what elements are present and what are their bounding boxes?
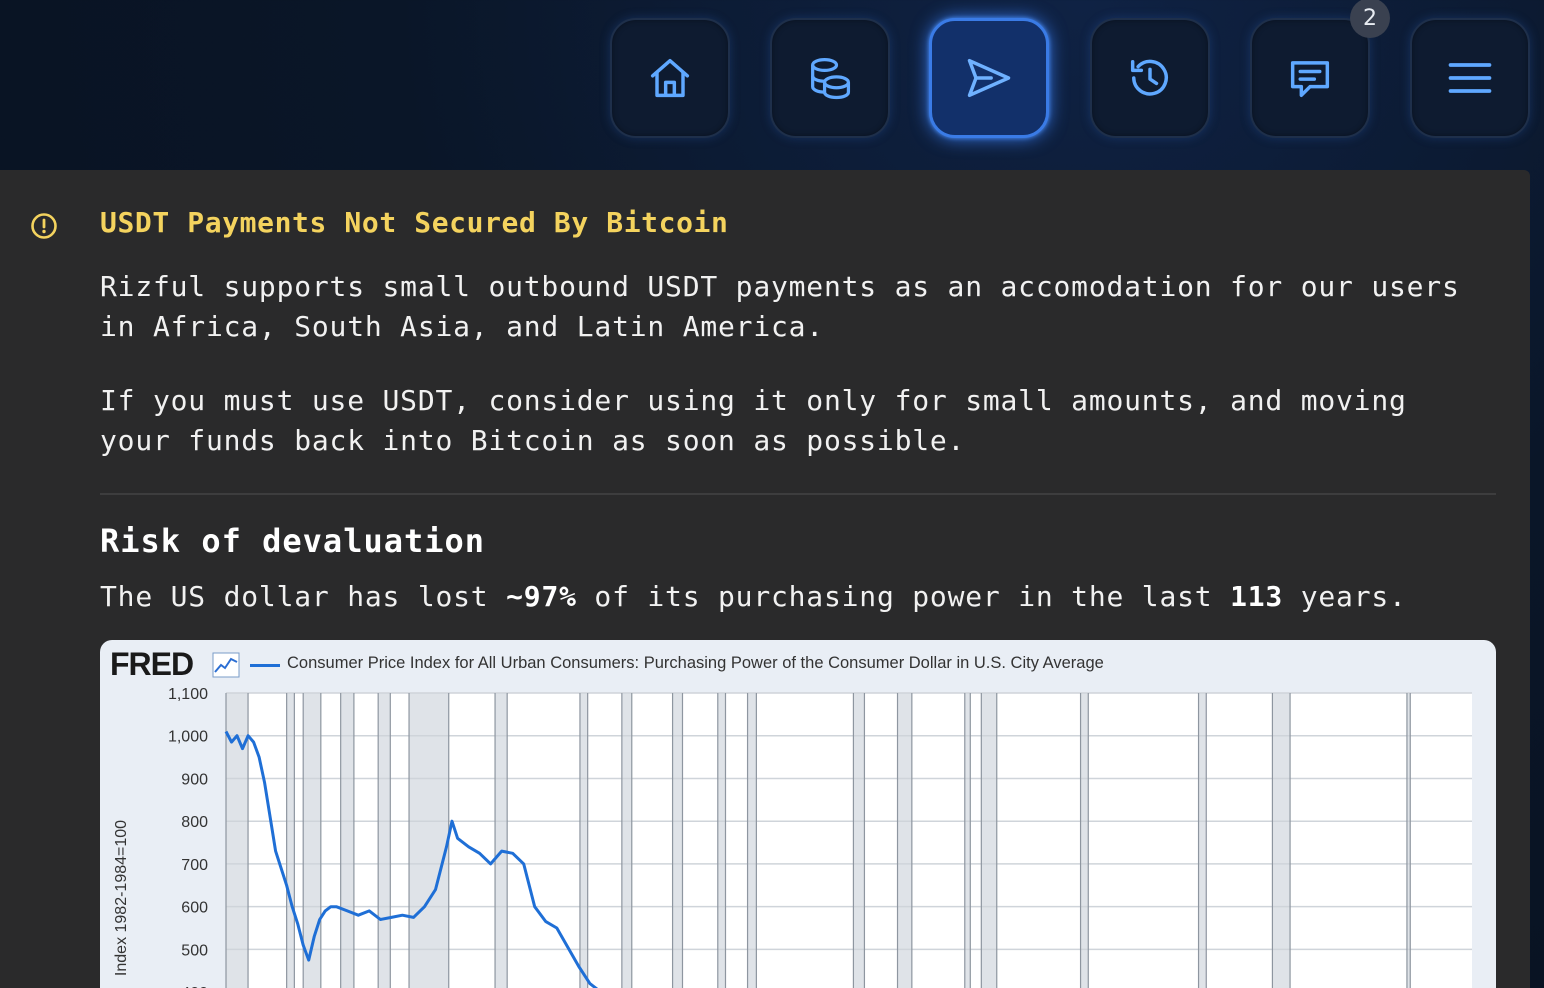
y-tick-label: 700 <box>181 857 208 874</box>
menu-icon <box>1448 63 1492 93</box>
nav-send-button[interactable] <box>929 18 1049 138</box>
recession-band <box>579 693 588 988</box>
home-icon <box>650 58 690 98</box>
alert-circle-icon <box>31 213 57 239</box>
risk-percent: ~97% <box>506 580 577 613</box>
chat-notification-badge: 2 <box>1350 0 1390 38</box>
fred-chart: FRED Consumer Price Index for All Urban … <box>100 640 1496 988</box>
coins-icon <box>811 57 851 100</box>
y-tick-label: 1,100 <box>168 686 208 703</box>
chat-icon <box>1290 61 1330 98</box>
y-tick-label: 600 <box>181 900 208 917</box>
recession-band <box>286 693 295 988</box>
recession-band <box>717 693 726 988</box>
recession-band <box>409 693 449 988</box>
recession-band <box>981 693 997 988</box>
recession-band <box>1198 693 1207 988</box>
recession-band <box>964 693 971 988</box>
recession-band <box>1080 693 1089 988</box>
nav-menu-button[interactable] <box>1410 18 1530 138</box>
risk-years: 113 <box>1230 580 1284 613</box>
section-divider <box>100 493 1496 495</box>
history-icon <box>1130 59 1168 96</box>
risk-text-middle: of its purchasing power in the last <box>576 580 1231 613</box>
risk-text-before: The US dollar has lost <box>100 580 507 613</box>
chart-plot-area: 1,1001,000900800700600500400 <box>168 686 1472 988</box>
y-tick-label: 1,000 <box>168 729 208 746</box>
recession-band <box>672 693 683 988</box>
recession-band <box>747 693 757 988</box>
recession-band <box>853 693 865 988</box>
nav-coins-button[interactable] <box>770 18 890 138</box>
top-navigation: 2 <box>0 0 1544 170</box>
recession-band <box>340 693 354 988</box>
warning-paragraph-2: If you must use USDT, consider using it … <box>100 384 1407 457</box>
recession-band <box>621 693 632 988</box>
risk-text-after: years. <box>1283 580 1407 613</box>
send-icon <box>967 58 1011 98</box>
nav-history-button[interactable] <box>1090 18 1210 138</box>
risk-statement: The US dollar has lost ~97% of its purch… <box>100 580 1407 613</box>
nav-home-button[interactable] <box>610 18 730 138</box>
y-tick-label: 900 <box>181 771 208 788</box>
recession-band <box>897 693 912 988</box>
warning-title: USDT Payments Not Secured By Bitcoin <box>100 206 729 239</box>
recession-band <box>378 693 391 988</box>
recession-band <box>495 693 508 988</box>
y-tick-label: 500 <box>181 942 208 959</box>
warning-paragraph-1: Rizful supports small outbound USDT paym… <box>100 270 1460 343</box>
nav-chat-button[interactable] <box>1250 18 1370 138</box>
y-tick-label: 800 <box>181 814 208 831</box>
recession-band <box>1272 693 1291 988</box>
risk-title: Risk of devaluation <box>100 522 486 560</box>
